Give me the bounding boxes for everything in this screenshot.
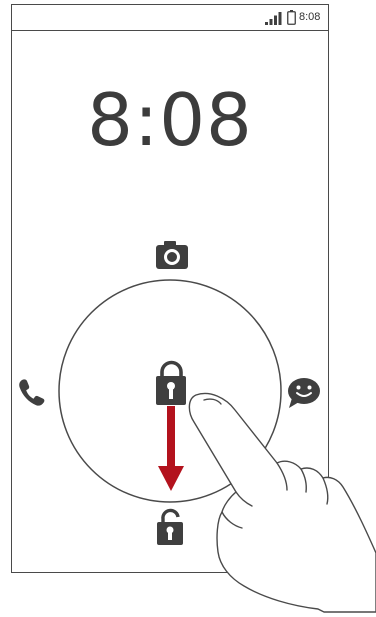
hand-icon: [188, 392, 376, 613]
unlock-icon[interactable]: [157, 508, 183, 545]
lock-icon[interactable]: [156, 360, 186, 406]
instruction-illustration: 8:08 8:08: [0, 0, 376, 617]
lock-ring-layer: [19, 241, 376, 613]
drag-down-arrow: [158, 406, 184, 491]
phone-icon[interactable]: [19, 379, 45, 406]
message-icon[interactable]: [288, 378, 320, 408]
camera-icon[interactable]: [156, 241, 188, 269]
